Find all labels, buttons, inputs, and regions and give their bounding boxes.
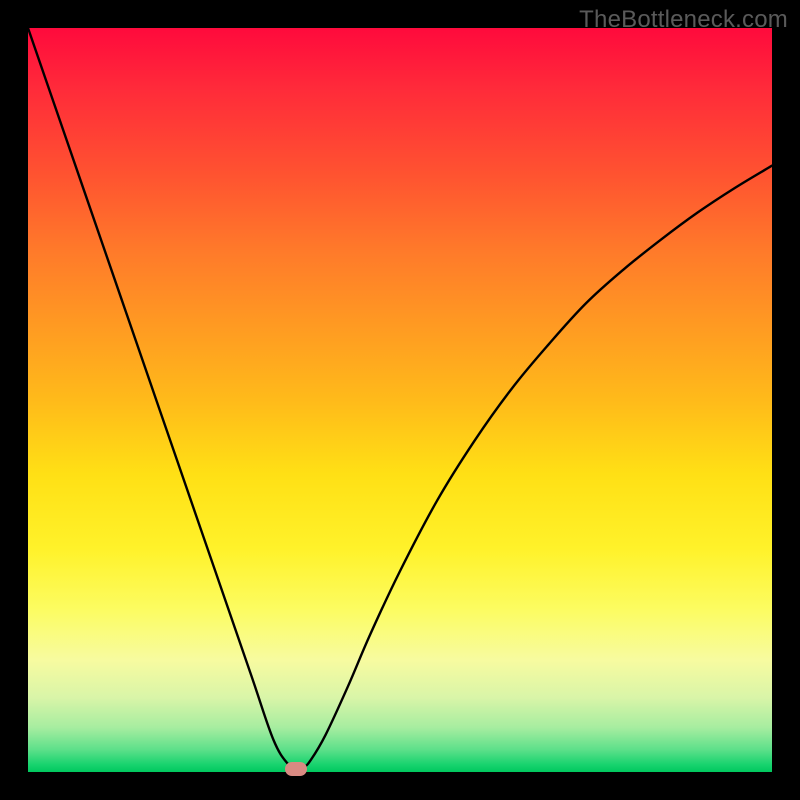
chart-frame: TheBottleneck.com (0, 0, 800, 800)
bottleneck-curve (28, 28, 772, 772)
plot-area (28, 28, 772, 772)
optimal-point-marker (285, 762, 307, 776)
watermark-text: TheBottleneck.com (579, 6, 788, 34)
